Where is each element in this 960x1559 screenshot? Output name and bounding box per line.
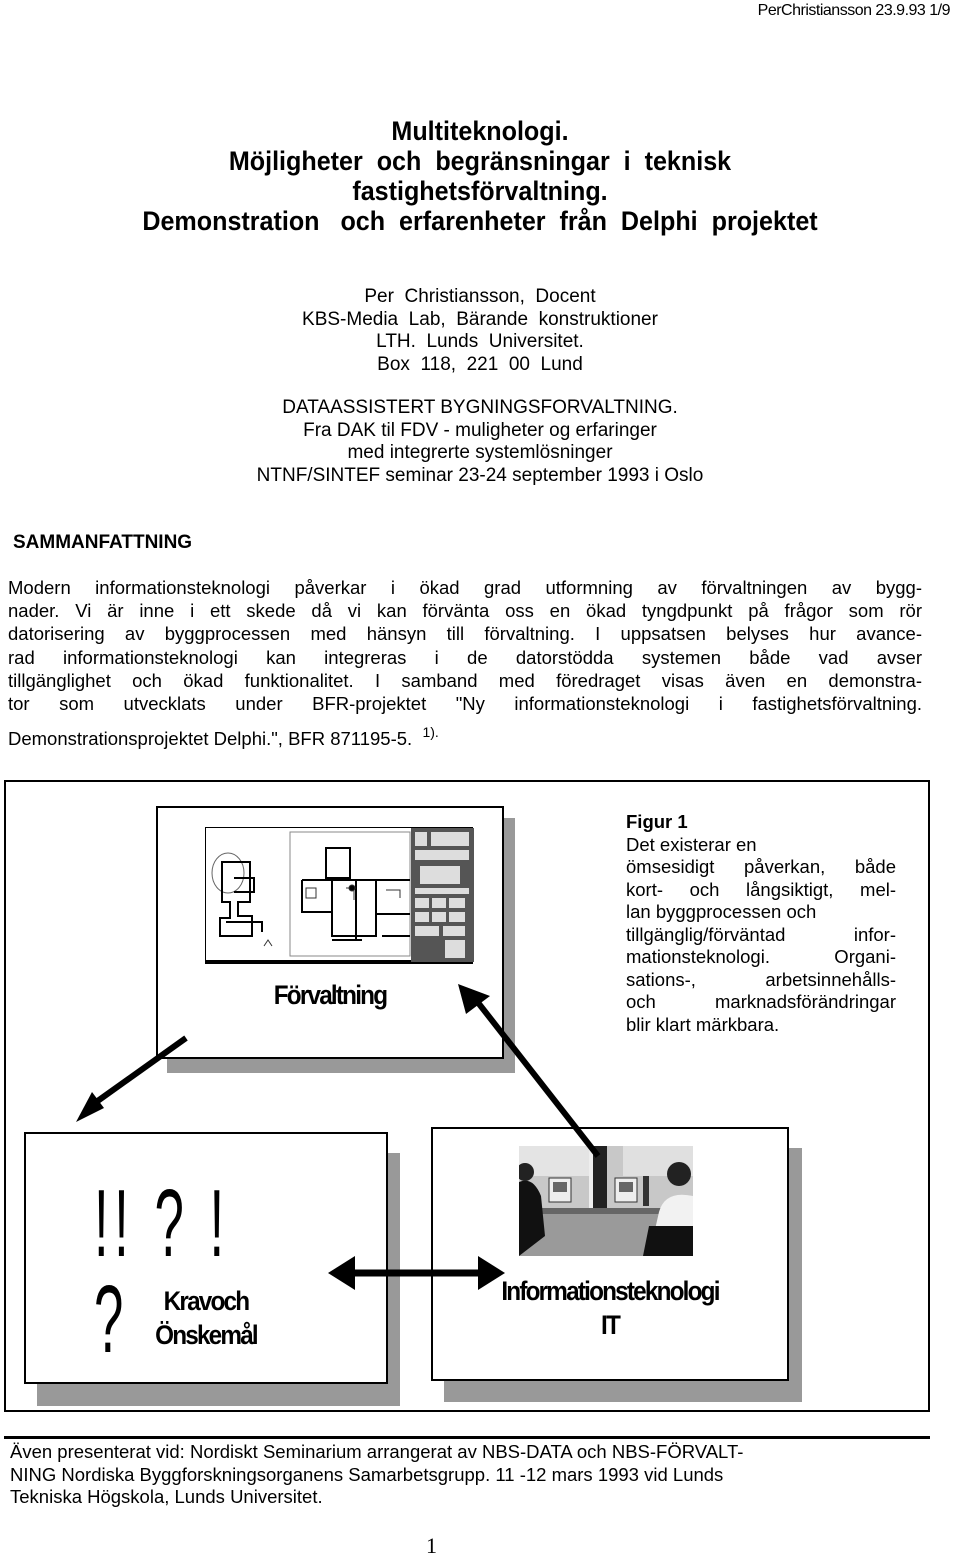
footnote-line: Tekniska Högskola, Lunds Universitet.	[10, 1486, 323, 1507]
page-number: 1	[426, 1533, 437, 1558]
arrow-head	[478, 1256, 505, 1290]
footnote: Även presenterat vid: Nordiskt Seminariu…	[10, 1441, 910, 1509]
arrow-forvaltning-to-krav	[90, 1035, 188, 1108]
footnote-divider	[4, 1436, 930, 1439]
footnote-line: Även presenterat vid: Nordiskt Seminariu…	[10, 1441, 744, 1462]
figure-arrows	[76, 984, 601, 1290]
footnote-line: NING Nordiska Byggforskningsorganens Sam…	[10, 1463, 724, 1485]
arrow-head	[328, 1256, 355, 1290]
arrow-it-to-forvaltning	[473, 998, 601, 1158]
